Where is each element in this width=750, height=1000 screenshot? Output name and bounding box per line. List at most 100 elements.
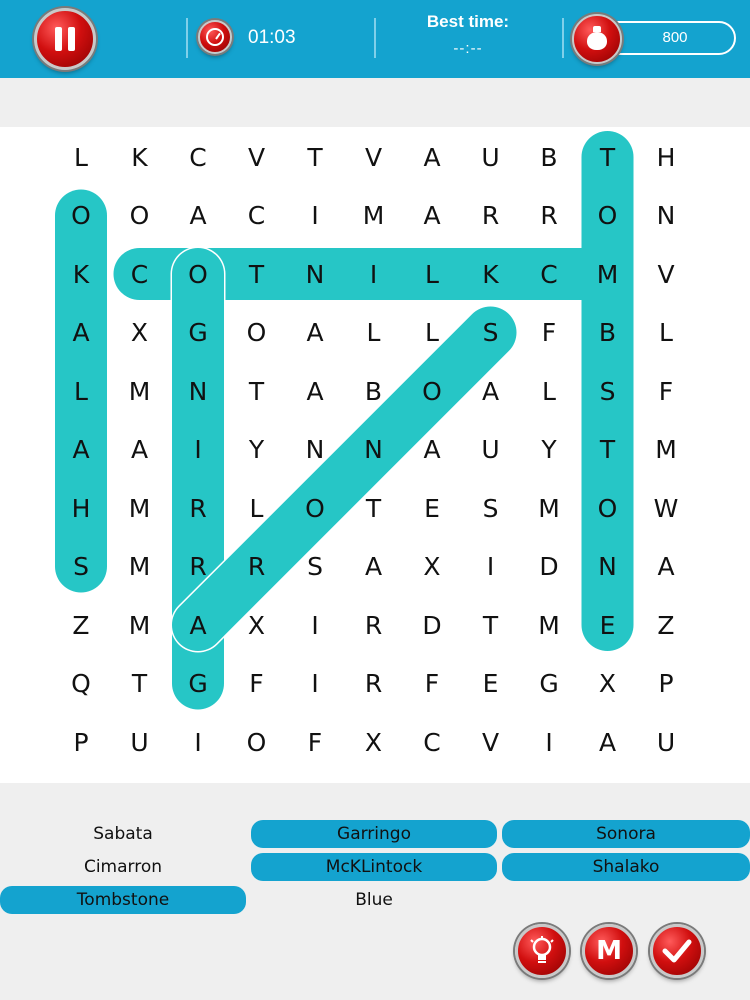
grid-letter[interactable]: B [578, 303, 637, 362]
grid-letter[interactable]: Q [52, 654, 111, 713]
grid-letter[interactable]: E [578, 596, 637, 655]
hint-button[interactable] [515, 924, 569, 978]
grid-letter[interactable]: E [461, 654, 520, 713]
grid-letter[interactable]: U [110, 713, 169, 772]
grid-letter[interactable]: Z [637, 596, 696, 655]
grid-letter[interactable]: O [286, 479, 345, 538]
grid-letter[interactable]: A [110, 420, 169, 479]
grid-letter[interactable]: R [169, 537, 228, 596]
grid-letter[interactable]: O [110, 186, 169, 245]
grid-letter[interactable]: C [403, 713, 462, 772]
grid-letter[interactable]: B [520, 128, 579, 187]
grid-letter[interactable]: N [169, 362, 228, 421]
grid-letter[interactable]: T [578, 128, 637, 187]
grid-letter[interactable]: O [578, 186, 637, 245]
grid-letter[interactable]: N [286, 245, 345, 304]
grid-letter[interactable]: C [227, 186, 286, 245]
grid-letter[interactable]: V [461, 713, 520, 772]
grid-letter[interactable]: O [403, 362, 462, 421]
grid-letter[interactable]: L [344, 303, 403, 362]
grid-letter[interactable]: P [52, 713, 111, 772]
grid-letter[interactable]: G [169, 654, 228, 713]
grid-letter[interactable]: H [52, 479, 111, 538]
grid-letter[interactable]: F [403, 654, 462, 713]
letter-grid[interactable]: LKCVTVAUBTHOOACIMARRONKCOTNILKCMVAXGOALL… [0, 127, 750, 783]
grid-letter[interactable]: O [227, 713, 286, 772]
grid-letter[interactable]: U [637, 713, 696, 772]
grid-letter[interactable]: V [637, 245, 696, 304]
grid-letter[interactable]: R [520, 186, 579, 245]
grid-letter[interactable]: L [403, 303, 462, 362]
grid-letter[interactable]: A [461, 362, 520, 421]
grid-letter[interactable]: T [286, 128, 345, 187]
grid-letter[interactable]: E [403, 479, 462, 538]
shop-button[interactable] [572, 14, 622, 64]
grid-letter[interactable]: A [403, 128, 462, 187]
grid-letter[interactable]: Z [52, 596, 111, 655]
grid-letter[interactable]: G [169, 303, 228, 362]
grid-letter[interactable]: R [461, 186, 520, 245]
grid-letter[interactable]: L [403, 245, 462, 304]
grid-letter[interactable]: V [344, 128, 403, 187]
pause-button[interactable] [34, 8, 96, 70]
grid-letter[interactable]: X [578, 654, 637, 713]
grid-letter[interactable]: N [286, 420, 345, 479]
grid-letter[interactable]: O [578, 479, 637, 538]
grid-letter[interactable]: I [286, 596, 345, 655]
grid-letter[interactable]: I [344, 245, 403, 304]
grid-letter[interactable]: X [403, 537, 462, 596]
grid-letter[interactable]: N [344, 420, 403, 479]
grid-letter[interactable]: A [286, 362, 345, 421]
grid-letter[interactable]: C [169, 128, 228, 187]
grid-letter[interactable]: A [344, 537, 403, 596]
grid-letter[interactable]: L [227, 479, 286, 538]
grid-letter[interactable]: O [169, 245, 228, 304]
grid-letter[interactable]: A [52, 303, 111, 362]
grid-letter[interactable]: L [520, 362, 579, 421]
grid-letter[interactable]: M [578, 245, 637, 304]
grid-letter[interactable]: M [110, 596, 169, 655]
grid-letter[interactable]: L [52, 128, 111, 187]
grid-letter[interactable]: F [520, 303, 579, 362]
grid-letter[interactable]: I [286, 186, 345, 245]
grid-letter[interactable]: X [227, 596, 286, 655]
grid-letter[interactable]: K [52, 245, 111, 304]
grid-letter[interactable]: C [520, 245, 579, 304]
grid-letter[interactable]: T [578, 420, 637, 479]
grid-letter[interactable]: C [110, 245, 169, 304]
grid-letter[interactable]: D [520, 537, 579, 596]
grid-letter[interactable]: T [227, 362, 286, 421]
grid-letter[interactable]: M [344, 186, 403, 245]
grid-letter[interactable]: S [286, 537, 345, 596]
grid-letter[interactable]: T [227, 245, 286, 304]
grid-letter[interactable]: P [637, 654, 696, 713]
grid-letter[interactable]: M [637, 420, 696, 479]
grid-letter[interactable]: V [227, 128, 286, 187]
grid-letter[interactable]: R [344, 596, 403, 655]
grid-letter[interactable]: B [344, 362, 403, 421]
grid-letter[interactable]: W [637, 479, 696, 538]
grid-letter[interactable]: L [52, 362, 111, 421]
grid-letter[interactable]: L [637, 303, 696, 362]
grid-letter[interactable]: A [578, 713, 637, 772]
grid-letter[interactable]: F [637, 362, 696, 421]
grid-letter[interactable]: X [110, 303, 169, 362]
grid-letter[interactable]: M [110, 362, 169, 421]
m-button[interactable]: M [582, 924, 636, 978]
grid-letter[interactable]: O [52, 186, 111, 245]
grid-letter[interactable]: K [461, 245, 520, 304]
grid-letter[interactable]: F [227, 654, 286, 713]
grid-letter[interactable]: A [52, 420, 111, 479]
grid-letter[interactable]: U [461, 420, 520, 479]
grid-letter[interactable]: A [169, 596, 228, 655]
grid-letter[interactable]: M [520, 479, 579, 538]
grid-letter[interactable]: A [403, 186, 462, 245]
grid-letter[interactable]: T [461, 596, 520, 655]
grid-letter[interactable]: D [403, 596, 462, 655]
grid-letter[interactable]: T [344, 479, 403, 538]
grid-letter[interactable]: M [520, 596, 579, 655]
check-button[interactable] [650, 924, 704, 978]
grid-letter[interactable]: S [52, 537, 111, 596]
grid-letter[interactable]: Y [227, 420, 286, 479]
grid-letter[interactable]: M [110, 479, 169, 538]
